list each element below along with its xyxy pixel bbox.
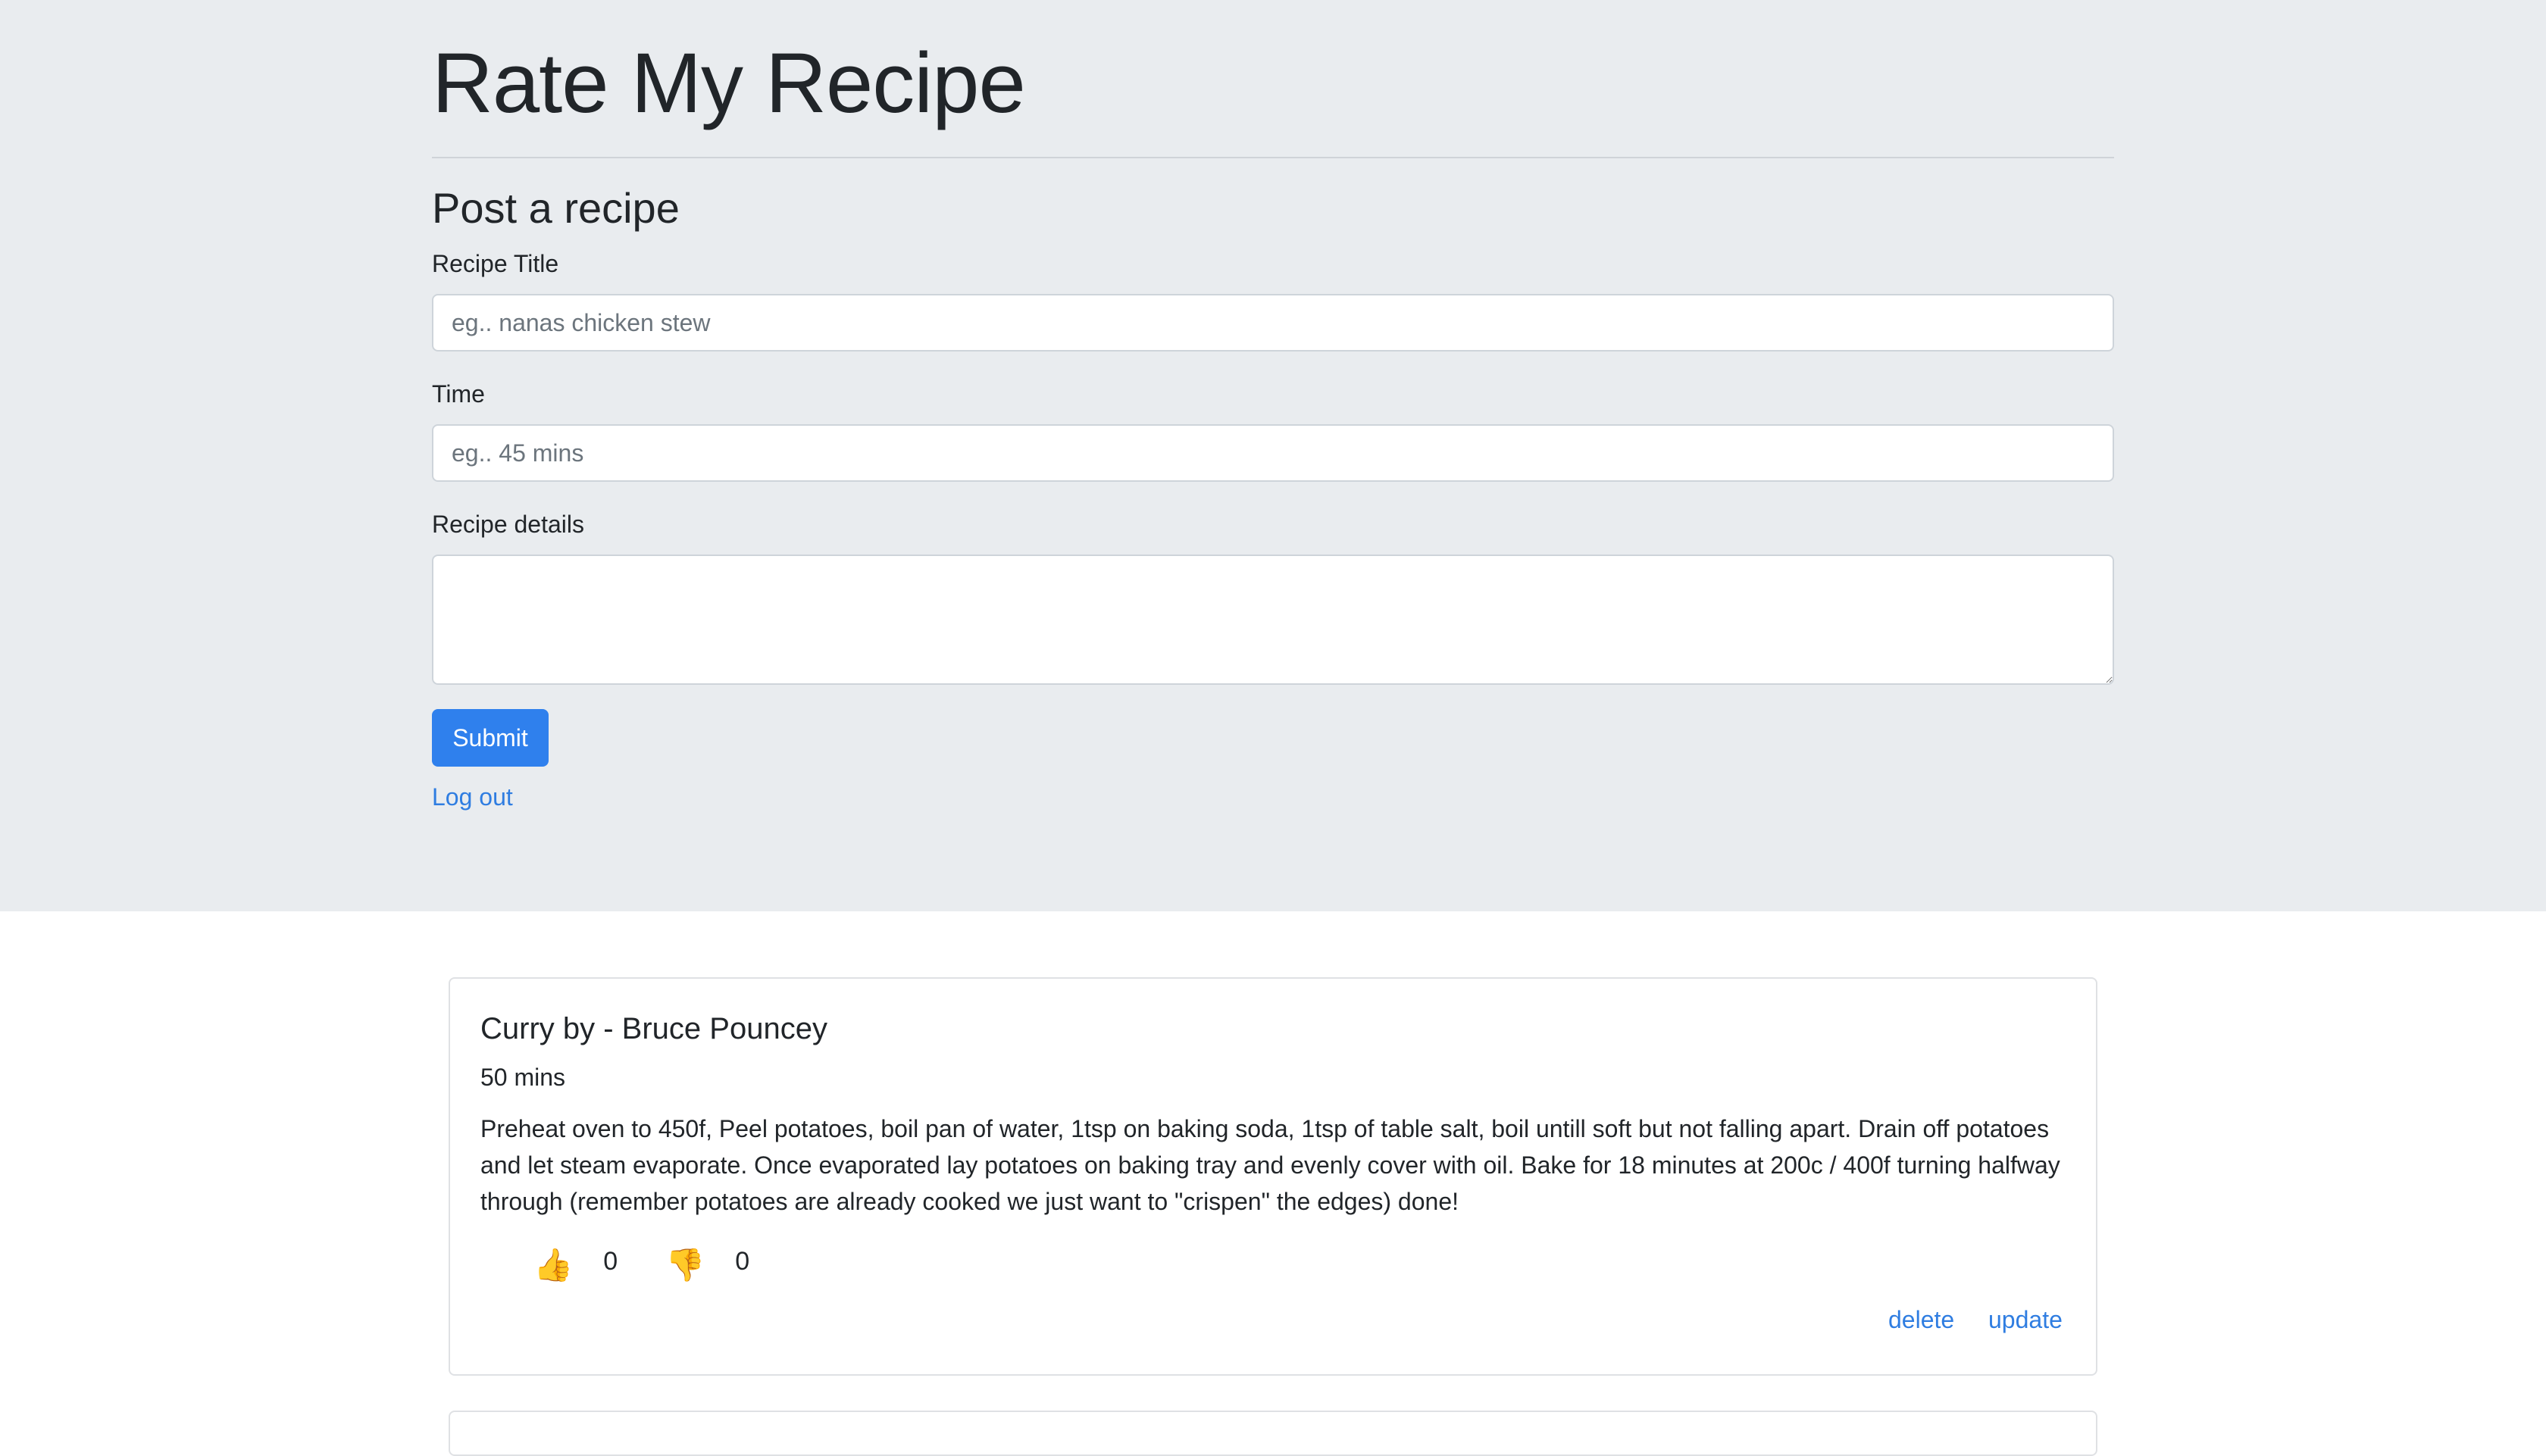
time-input[interactable] <box>432 424 2114 482</box>
thumbs-up-vote: 👍 0 <box>533 1242 618 1288</box>
logout-link[interactable]: Log out <box>432 780 513 814</box>
header-section: Rate My Recipe Post a recipe Recipe Titl… <box>0 0 2546 911</box>
recipe-card: Curry by - Bruce Pouncey 50 mins Preheat… <box>449 977 2097 1376</box>
recipe-card-title: Curry by - Bruce Pouncey <box>480 1012 827 1045</box>
recipe-card-details: Preheat oven to 450f, Peel potatoes, boi… <box>480 1115 2060 1215</box>
recipe-card-time: 50 mins <box>480 1064 566 1091</box>
thumbs-up-count: 0 <box>603 1247 618 1276</box>
update-link[interactable]: update <box>1988 1303 2063 1336</box>
time-label: Time <box>432 380 485 408</box>
header-divider <box>432 157 2114 158</box>
thumbs-down-count: 0 <box>735 1247 750 1276</box>
recipe-title-label: Recipe Title <box>432 250 559 277</box>
post-recipe-heading: Post a recipe <box>432 184 680 232</box>
recipe-card-next <box>449 1411 2097 1456</box>
page-title: Rate My Recipe <box>432 36 1026 130</box>
recipe-title-input[interactable] <box>432 294 2114 352</box>
submit-button[interactable]: Submit <box>432 709 549 767</box>
thumbs-up-icon[interactable]: 👍 <box>533 1242 573 1288</box>
thumbs-down-icon[interactable]: 👎 <box>665 1242 705 1288</box>
recipe-details-textarea[interactable] <box>432 555 2114 685</box>
delete-link[interactable]: delete <box>1888 1303 1954 1336</box>
recipe-details-label: Recipe details <box>432 511 584 538</box>
thumbs-down-vote: 👎 0 <box>665 1242 749 1288</box>
